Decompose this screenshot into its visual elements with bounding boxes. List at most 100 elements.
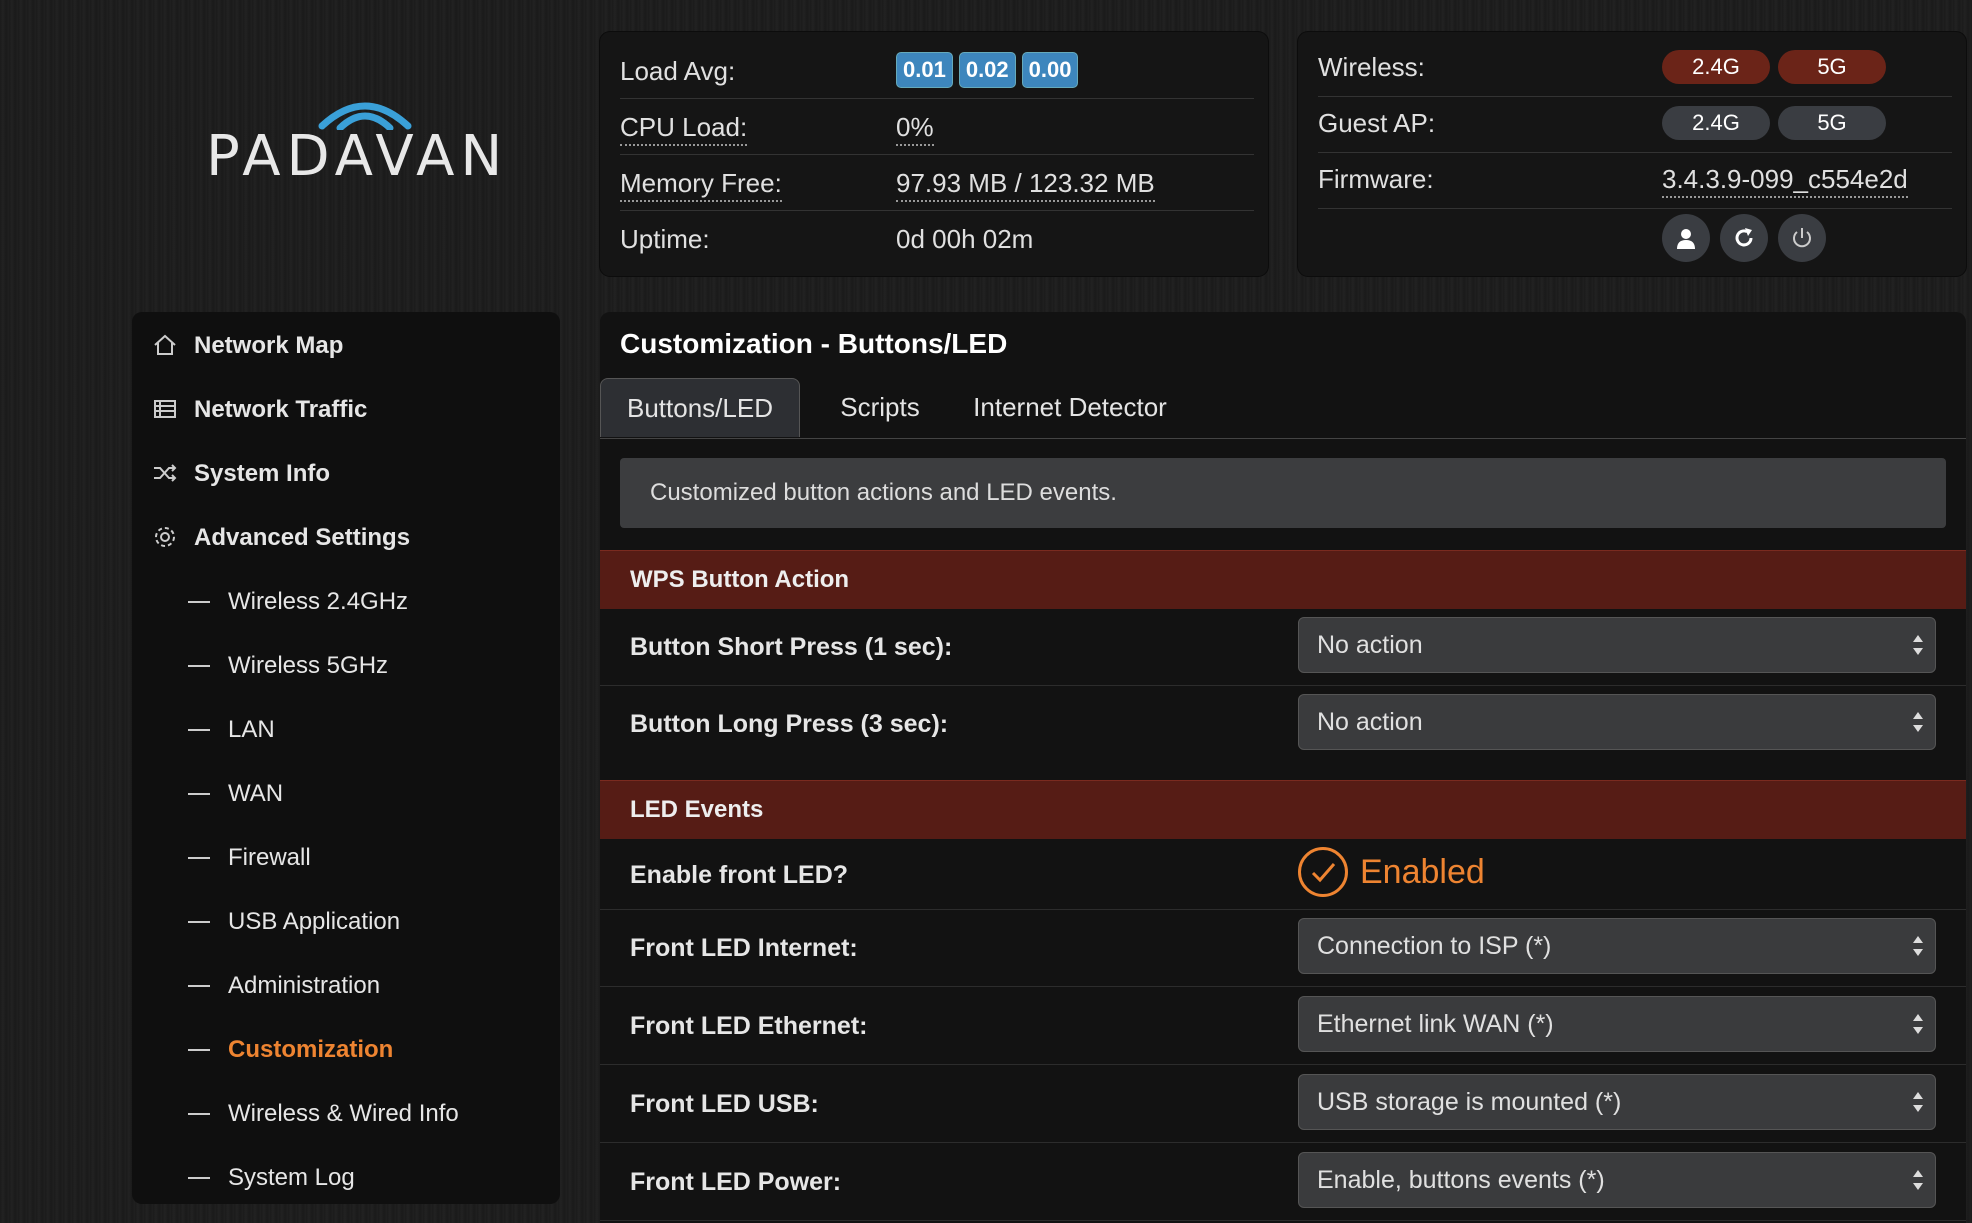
section-title: WPS Button Action — [630, 566, 850, 593]
updown-arrow-icon — [1913, 1014, 1923, 1034]
cpu-value[interactable]: 0% — [896, 112, 934, 146]
wireless-24g-badge[interactable]: 2.4G — [1662, 50, 1770, 84]
short-press-label: Button Short Press (1 sec): — [630, 633, 953, 661]
led-power-label: Front LED Power: — [630, 1168, 842, 1196]
uptime-label: Uptime: — [620, 224, 710, 254]
wireless-5g-badge[interactable]: 5G — [1778, 50, 1886, 84]
led-internet-label: Front LED Internet: — [630, 934, 858, 962]
memory-value[interactable]: 97.93 MB / 123.32 MB — [896, 168, 1155, 202]
page-title: Customization - Buttons/LED — [620, 328, 1008, 359]
dash-icon — [188, 1113, 210, 1115]
load-label: Load Avg: — [620, 56, 736, 86]
load-badge-15: 0.00 — [1021, 52, 1079, 88]
quick-actions — [1662, 214, 1842, 264]
led-power-select[interactable]: Enable, buttons events (*) — [1298, 1152, 1936, 1208]
check-circle-icon — [1298, 847, 1348, 897]
select-value: No action — [1317, 708, 1423, 736]
main-content: Customization - Buttons/LED Buttons/LED … — [600, 312, 1966, 1223]
guest-24g-badge[interactable]: 2.4G — [1662, 106, 1770, 140]
load-values: 0.01 0.02 0.00 — [896, 52, 1084, 88]
led-section-header: LED Events — [600, 780, 1966, 839]
guest-ap-row: Guest AP: 2.4G 5G — [1318, 96, 1952, 153]
sidebar-item-label: System Info — [194, 460, 331, 487]
system-status-panel: Load Avg: 0.01 0.02 0.00 CPU Load: 0% Memo… — [600, 32, 1268, 276]
led-internet-row: Front LED Internet: Connection to ISP (*… — [600, 910, 1966, 987]
updown-arrow-icon — [1913, 1092, 1923, 1112]
led-usb-label: Front LED USB: — [630, 1090, 819, 1118]
wps-section-header: WPS Button Action — [600, 550, 1966, 609]
dash-icon — [188, 1177, 210, 1179]
long-press-select[interactable]: No action — [1298, 694, 1936, 750]
updown-arrow-icon — [1913, 1170, 1923, 1190]
cpu-label[interactable]: CPU Load: — [620, 112, 748, 146]
tab-bar: Buttons/LED Scripts Internet Detector — [600, 378, 1966, 439]
sidebar-item-label: Wireless 5GHz — [228, 652, 389, 679]
sidebar-item-label: Network Traffic — [194, 396, 368, 423]
dash-icon — [188, 921, 210, 923]
led-ethernet-label: Front LED Ethernet: — [630, 1012, 868, 1040]
led-usb-row: Front LED USB: USB storage is mounted (*… — [600, 1066, 1966, 1143]
dash-icon — [188, 729, 210, 731]
sidebar-item-label: Customization — [228, 1036, 394, 1063]
sidebar-item-label: WAN — [228, 780, 284, 807]
sidebar-item-label: System Log — [228, 1164, 355, 1191]
padavan-logo: PADAVAN — [200, 90, 510, 220]
sidebar-item-label: Network Map — [194, 332, 344, 359]
load-row: Load Avg: 0.01 0.02 0.00 — [620, 42, 1254, 99]
updown-arrow-icon — [1913, 936, 1923, 956]
home-icon — [154, 334, 176, 355]
short-press-row: Button Short Press (1 sec): No action — [600, 609, 1966, 686]
tab-internet-detector[interactable]: Internet Detector — [960, 378, 1180, 436]
sidebar-item-label: Wireless & Wired Info — [228, 1100, 459, 1127]
logo-text: PADAVAN — [206, 124, 509, 189]
sidebar-item-label: Firewall — [228, 844, 311, 871]
tab-buttons-led[interactable]: Buttons/LED — [600, 378, 800, 437]
select-value: Connection to ISP (*) — [1317, 932, 1552, 960]
section-title: LED Events — [630, 796, 764, 823]
tab-scripts[interactable]: Scripts — [810, 378, 950, 436]
refresh-icon[interactable] — [1720, 214, 1768, 262]
sidebar: Network Map Network Traffic System Info … — [132, 312, 560, 1204]
select-value: Ethernet link WAN (*) — [1317, 1010, 1554, 1038]
firmware-row: Firmware: 3.4.3.9-099_c554e2d — [1318, 152, 1952, 209]
power-icon[interactable] — [1778, 214, 1826, 262]
sidebar-item-label: USB Application — [228, 908, 401, 935]
wireless-row: Wireless: 2.4G 5G — [1318, 40, 1952, 97]
info-text: Customized button actions and LED events… — [650, 479, 1117, 506]
firmware-value[interactable]: 3.4.3.9-099_c554e2d — [1662, 164, 1908, 198]
sidebar-item-label: Advanced Settings — [194, 524, 411, 551]
uptime-value: 0d 00h 02m — [896, 224, 1034, 254]
updown-arrow-icon — [1913, 635, 1923, 655]
select-value: USB storage is mounted (*) — [1317, 1088, 1622, 1116]
wireless-label: Wireless: — [1318, 52, 1425, 82]
list-icon — [154, 400, 176, 418]
led-internet-select[interactable]: Connection to ISP (*) — [1298, 918, 1936, 974]
gear-icon — [155, 527, 175, 547]
memory-label[interactable]: Memory Free: — [620, 168, 782, 202]
guest-ap-label: Guest AP: — [1318, 108, 1436, 138]
guest-5g-badge[interactable]: 5G — [1778, 106, 1886, 140]
sidebar-item-label: LAN — [228, 716, 275, 743]
shuffle-icon — [154, 464, 177, 482]
front-led-row: Enable front LED? Enabled — [600, 839, 1966, 910]
dash-icon — [188, 857, 210, 859]
sidebar-item-label: Wireless 2.4GHz — [228, 588, 409, 615]
uptime-row: Uptime: 0d 00h 02m — [620, 210, 1254, 266]
toggle-label: Enabled — [1360, 853, 1485, 891]
short-press-select[interactable]: No action — [1298, 617, 1936, 673]
dash-icon — [188, 665, 210, 667]
led-power-row: Front LED Power: Enable, buttons events … — [600, 1144, 1966, 1221]
select-value: No action — [1317, 631, 1423, 659]
firmware-label: Firmware: — [1318, 164, 1434, 194]
long-press-label: Button Long Press (3 sec): — [630, 710, 949, 738]
led-usb-select[interactable]: USB storage is mounted (*) — [1298, 1074, 1936, 1130]
dash-icon — [188, 601, 210, 603]
load-badge-5: 0.02 — [958, 52, 1016, 88]
led-ethernet-select[interactable]: Ethernet link WAN (*) — [1298, 996, 1936, 1052]
sidebar-item-label: Administration — [228, 972, 381, 999]
cpu-row: CPU Load: 0% — [620, 98, 1254, 155]
load-badge-1: 0.01 — [896, 52, 953, 88]
select-value: Enable, buttons events (*) — [1317, 1166, 1605, 1194]
user-icon[interactable] — [1662, 214, 1710, 262]
led-ethernet-row: Front LED Ethernet: Ethernet link WAN (*… — [600, 988, 1966, 1065]
